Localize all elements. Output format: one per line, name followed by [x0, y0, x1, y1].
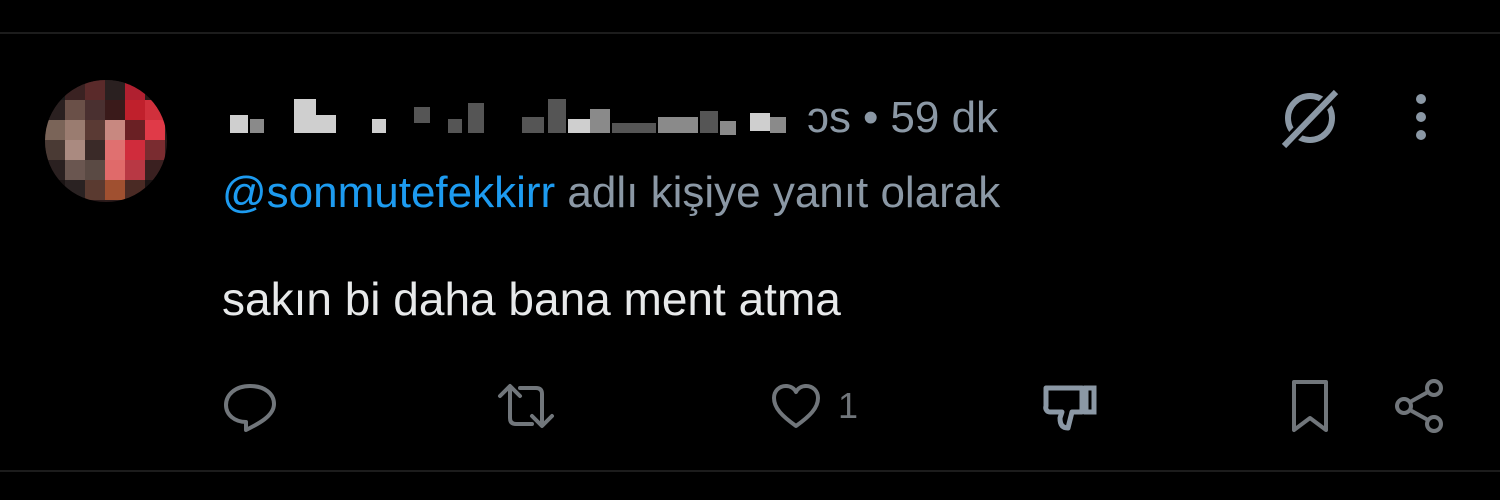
separator-dot: •: [863, 93, 879, 142]
username-tail[interactable]: ɔs: [807, 93, 851, 143]
like-button[interactable]: 1: [768, 378, 858, 434]
top-divider: [0, 32, 1500, 34]
bottom-divider: [0, 470, 1500, 472]
thumbs-down-icon: [1043, 385, 1097, 431]
share-icon: [1395, 379, 1443, 433]
like-count: 1: [838, 385, 859, 426]
display-name-redacted[interactable]: [222, 93, 807, 143]
retweet-icon: [498, 384, 554, 428]
timestamp[interactable]: 59 dk: [890, 93, 998, 143]
bookmark-button[interactable]: [1288, 378, 1332, 434]
bookmark-icon: [1292, 380, 1328, 432]
mention-link[interactable]: @sonmutefekkirr: [222, 168, 555, 217]
more-vertical-icon[interactable]: [1404, 92, 1438, 142]
reply-context: @sonmutefekkirr adlı kişiye yanıt olarak: [222, 168, 1000, 218]
reply-icon: [224, 384, 276, 432]
reply-suffix: adlı kişiye yanıt olarak: [555, 168, 1001, 217]
reply-button[interactable]: [220, 378, 280, 434]
avatar[interactable]: [45, 80, 167, 202]
grok-icon[interactable]: [1278, 86, 1342, 151]
retweet-button[interactable]: [494, 378, 558, 434]
tweet-reply-card: ɔs • 59 dk @sonmutefekkirr adlı kişiye y…: [0, 0, 1500, 500]
share-button[interactable]: [1392, 378, 1448, 434]
tweet-text: sakın bi daha bana ment atma: [222, 273, 841, 325]
heart-icon: [772, 384, 820, 428]
tweet-header: ɔs • 59 dk: [222, 88, 998, 148]
dislike-button[interactable]: [1040, 378, 1100, 434]
